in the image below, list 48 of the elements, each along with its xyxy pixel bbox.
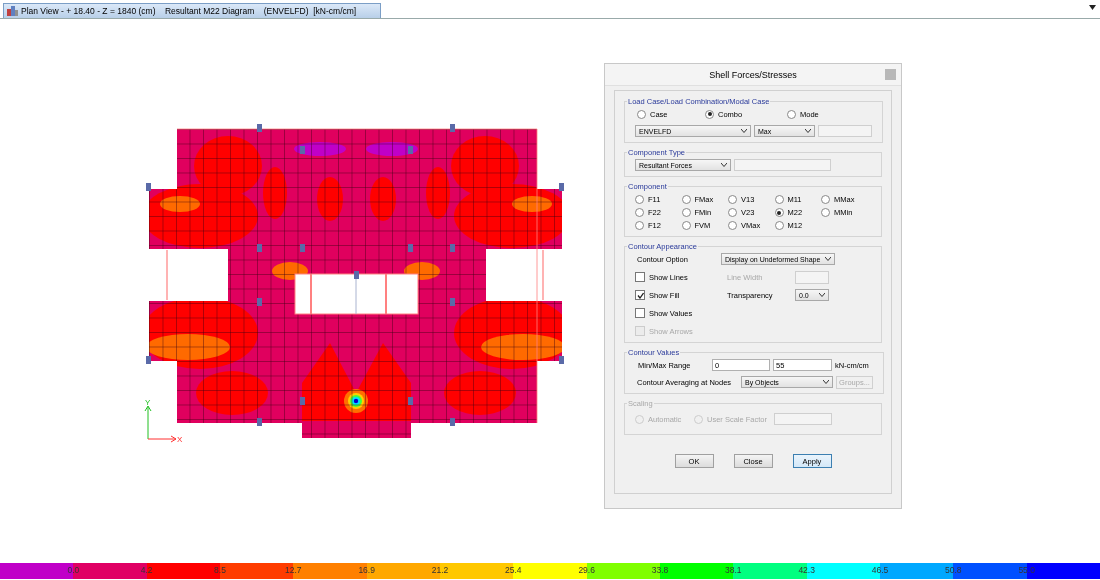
- dropdown-arrow-icon[interactable]: [1089, 5, 1096, 10]
- chevron-down-icon: [819, 293, 825, 297]
- text-field[interactable]: [818, 125, 872, 137]
- text-field[interactable]: [795, 270, 829, 284]
- legend-tick-label: 46.5: [871, 565, 889, 575]
- radio-button[interactable]: [681, 208, 691, 217]
- radio-button[interactable]: [774, 195, 784, 204]
- radio-button[interactable]: [821, 195, 830, 204]
- radio-button[interactable]: [774, 208, 784, 217]
- radio-button[interactable]: [728, 221, 737, 230]
- legend-tick-label: 55.0: [1018, 565, 1035, 575]
- legend-tick-label: 21.2: [431, 565, 449, 575]
- checkbox[interactable]: [635, 272, 645, 282]
- radio-button[interactable]: [635, 221, 644, 230]
- radio-button[interactable]: [787, 109, 796, 119]
- axis-label: Y: [145, 398, 151, 407]
- legend-tick-label: 38.1: [725, 565, 742, 575]
- radio-button[interactable]: [637, 109, 646, 119]
- legend-tick-label: 16.9: [358, 565, 375, 575]
- checkbox[interactable]: [635, 308, 645, 318]
- chevron-down-icon: [741, 129, 747, 133]
- axis-icon: [144, 405, 177, 443]
- legend-tick-label: 8.5: [214, 565, 226, 575]
- scale-factor-field[interactable]: [774, 413, 832, 425]
- building-icon: [7, 6, 18, 16]
- checkbox[interactable]: [635, 290, 645, 300]
- radio-button[interactable]: [705, 109, 714, 119]
- chevron-down-icon: [825, 257, 831, 261]
- radio-button[interactable]: [821, 208, 830, 217]
- radio-button[interactable]: [635, 195, 644, 204]
- legend-tick-label: 50.8: [945, 565, 962, 575]
- view-tab[interactable]: Plan View - + 18.40 - Z = 1840 (cm) Resultant M22 Diagram (ENVELFD) [kN-cm/cm]: [3, 3, 382, 18]
- legend-tick-label: 25.4: [505, 565, 522, 575]
- legend-tick-label: 12.7: [285, 565, 302, 575]
- radio-button[interactable]: [681, 195, 691, 204]
- text-field[interactable]: [734, 159, 831, 171]
- radio-button[interactable]: [728, 208, 737, 217]
- dialog-title: Shell Forces/Stresses: [709, 69, 797, 80]
- legend-tick-label: 29.6: [578, 565, 595, 575]
- radio-button[interactable]: [728, 195, 737, 204]
- chevron-down-icon: [805, 129, 811, 133]
- axis-label: X: [177, 435, 183, 443]
- radio-button[interactable]: [681, 221, 691, 230]
- legend-tick-label: 33.8: [651, 565, 669, 575]
- chevron-down-icon: [721, 163, 727, 167]
- chevron-down-icon: [823, 380, 829, 384]
- radio-button[interactable]: [774, 221, 784, 230]
- radio-button[interactable]: [635, 208, 644, 217]
